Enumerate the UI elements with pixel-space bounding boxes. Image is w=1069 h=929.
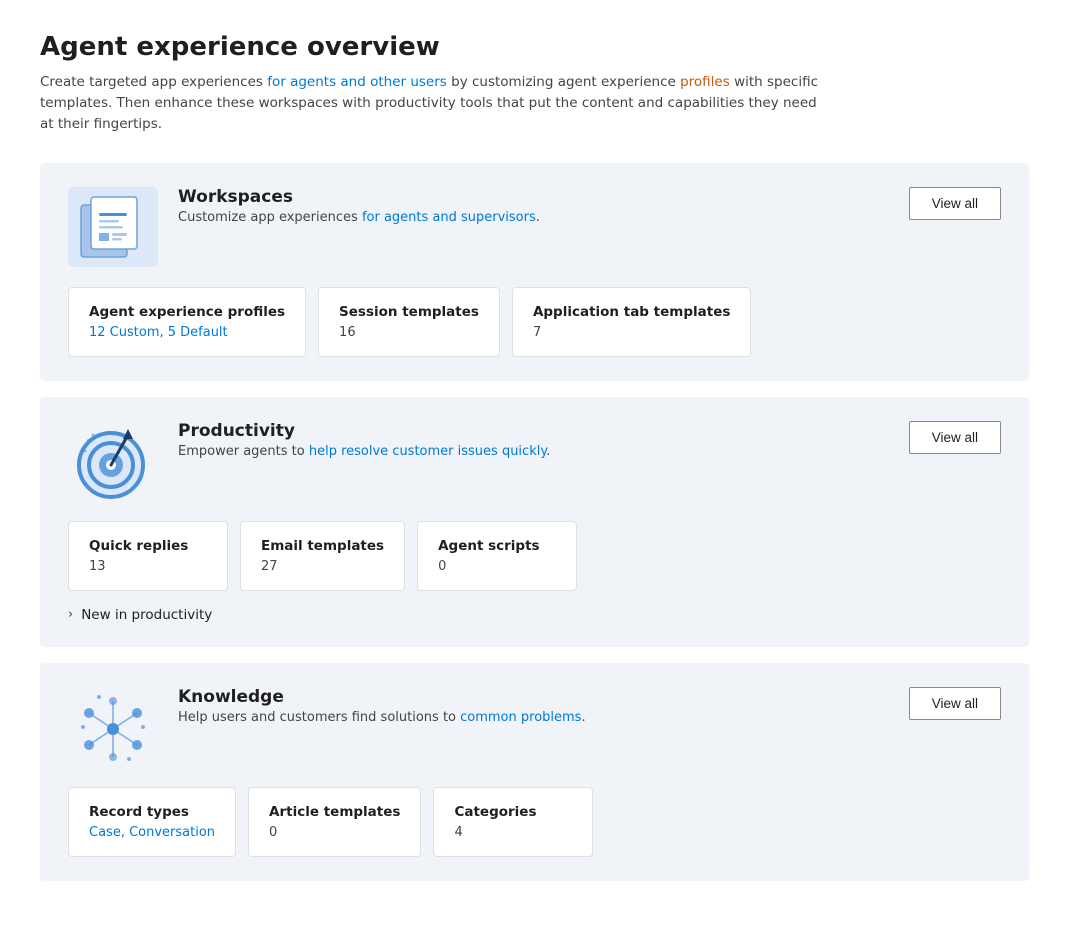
agent-experience-profiles-value[interactable]: 12 Custom, 5 Default — [89, 325, 285, 340]
workspaces-icon — [68, 187, 158, 267]
productivity-svg — [73, 421, 153, 501]
record-types-card: Record types Case, Conversation — [68, 787, 236, 857]
new-in-productivity[interactable]: › New in productivity — [68, 607, 1001, 623]
knowledge-header: Knowledge Help users and customers find … — [68, 687, 1001, 767]
productivity-icon — [68, 421, 158, 501]
workspaces-header: Workspaces Customize app experiences for… — [68, 187, 1001, 267]
productivity-title: Productivity — [178, 421, 550, 441]
quick-replies-card: Quick replies 13 — [68, 521, 228, 591]
categories-title: Categories — [454, 804, 572, 820]
quick-replies-value: 13 — [89, 559, 207, 574]
new-in-productivity-label: New in productivity — [81, 607, 212, 623]
email-templates-value: 27 — [261, 559, 384, 574]
categories-card: Categories 4 — [433, 787, 593, 857]
knowledge-icon — [68, 687, 158, 767]
page-header: Agent experience overview Create targete… — [40, 32, 1029, 135]
knowledge-title: Knowledge — [178, 687, 586, 707]
agent-experience-profiles-title: Agent experience profiles — [89, 304, 285, 320]
knowledge-left: Knowledge Help users and customers find … — [68, 687, 586, 767]
session-templates-value: 16 — [339, 325, 479, 340]
chevron-right-icon: › — [68, 607, 73, 622]
session-templates-title: Session templates — [339, 304, 479, 320]
page-description: Create targeted app experiences for agen… — [40, 72, 820, 135]
application-tab-templates-value: 7 — [533, 325, 730, 340]
workspaces-view-all-button[interactable]: View all — [909, 187, 1001, 220]
article-templates-title: Article templates — [269, 804, 400, 820]
workspaces-svg — [73, 187, 153, 267]
productivity-cards: Quick replies 13 Email templates 27 Agen… — [68, 521, 1001, 591]
workspaces-subtitle-link[interactable]: for agents and supervisors — [362, 210, 536, 225]
email-templates-title: Email templates — [261, 538, 384, 554]
knowledge-subtitle-link[interactable]: common problems — [460, 710, 581, 725]
knowledge-text: Knowledge Help users and customers find … — [178, 687, 586, 725]
agent-experience-profiles-card: Agent experience profiles 12 Custom, 5 D… — [68, 287, 306, 357]
article-templates-value: 0 — [269, 825, 400, 840]
knowledge-cards: Record types Case, Conversation Article … — [68, 787, 1001, 857]
page-title: Agent experience overview — [40, 32, 1029, 62]
productivity-subtitle-link[interactable]: help resolve customer issues quickly — [309, 444, 546, 459]
productivity-subtitle: Empower agents to help resolve customer … — [178, 444, 550, 459]
session-templates-card: Session templates 16 — [318, 287, 500, 357]
record-types-title: Record types — [89, 804, 215, 820]
agent-scripts-value: 0 — [438, 559, 556, 574]
workspaces-left: Workspaces Customize app experiences for… — [68, 187, 540, 267]
record-types-value[interactable]: Case, Conversation — [89, 825, 215, 840]
productivity-header: Productivity Empower agents to help reso… — [68, 421, 1001, 501]
knowledge-section: Knowledge Help users and customers find … — [40, 663, 1029, 881]
article-templates-card: Article templates 0 — [248, 787, 421, 857]
application-tab-templates-title: Application tab templates — [533, 304, 730, 320]
workspaces-title: Workspaces — [178, 187, 540, 207]
desc-link-profiles[interactable]: profiles — [680, 74, 730, 90]
workspaces-subtitle: Customize app experiences for agents and… — [178, 210, 540, 225]
productivity-view-all-button[interactable]: View all — [909, 421, 1001, 454]
knowledge-subtitle: Help users and customers find solutions … — [178, 710, 586, 725]
knowledge-view-all-button[interactable]: View all — [909, 687, 1001, 720]
knowledge-svg — [73, 687, 153, 767]
application-tab-templates-card: Application tab templates 7 — [512, 287, 751, 357]
agent-scripts-title: Agent scripts — [438, 538, 556, 554]
email-templates-card: Email templates 27 — [240, 521, 405, 591]
workspaces-text: Workspaces Customize app experiences for… — [178, 187, 540, 225]
categories-value: 4 — [454, 825, 572, 840]
productivity-left: Productivity Empower agents to help reso… — [68, 421, 550, 501]
productivity-section: Productivity Empower agents to help reso… — [40, 397, 1029, 647]
workspaces-cards: Agent experience profiles 12 Custom, 5 D… — [68, 287, 1001, 357]
quick-replies-title: Quick replies — [89, 538, 207, 554]
desc-link-for[interactable]: for agents and other users — [267, 74, 447, 90]
agent-scripts-card: Agent scripts 0 — [417, 521, 577, 591]
productivity-text: Productivity Empower agents to help reso… — [178, 421, 550, 459]
workspaces-section: Workspaces Customize app experiences for… — [40, 163, 1029, 381]
